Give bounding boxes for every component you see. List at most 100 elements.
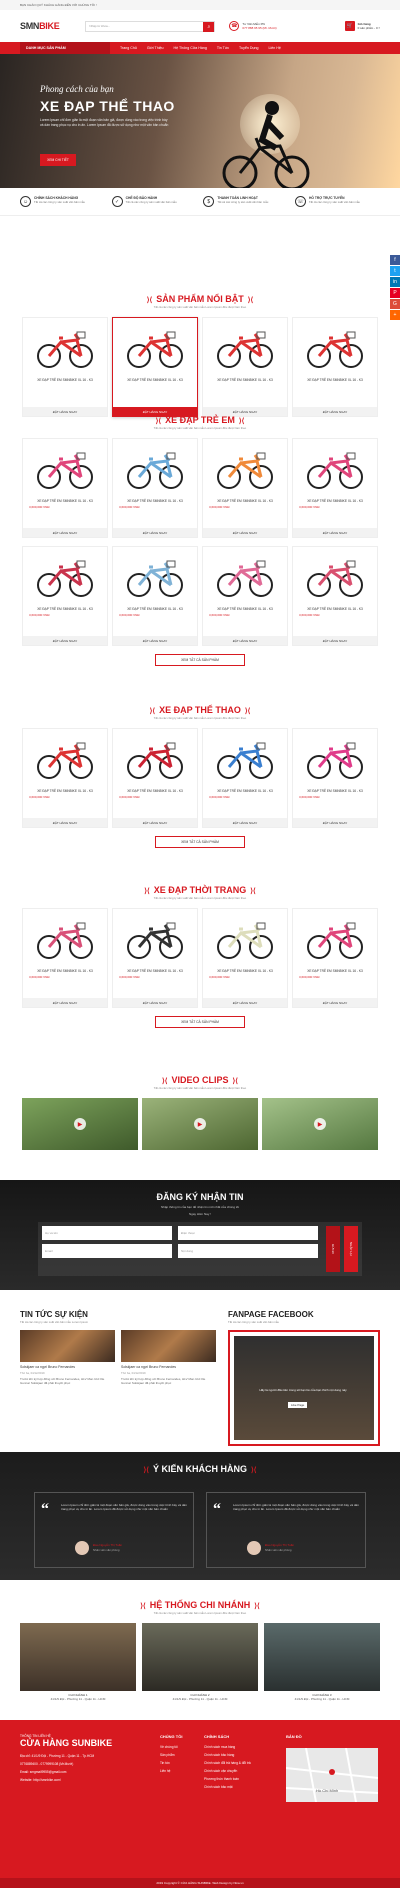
product-name[interactable]: XE ĐẠP TRẺ EM SMNBIKE XL 16 - K3 — [23, 607, 107, 611]
footer-email[interactable]: Email: smgmail9955@gmail.com — [20, 1768, 150, 1776]
product-image[interactable] — [23, 729, 107, 789]
product-image[interactable] — [113, 909, 197, 969]
buy-now-button[interactable]: ĐẶT HÀNG NGAY — [113, 818, 197, 827]
video-thumb[interactable]: ▶ — [142, 1098, 258, 1150]
reset-button[interactable]: NHẬP LẠI — [344, 1226, 358, 1272]
nav-careers[interactable]: Tuyển Dụng — [239, 46, 258, 50]
product-name[interactable]: XE ĐẠP TRẺ EM SMNBIKE XL 16 - K3 — [293, 607, 377, 611]
policy-item[interactable]: ✓ CHẾ ĐỘ BẢO HÀNH Tất cả các công ty sản x… — [111, 196, 197, 207]
product-card[interactable]: XE ĐẠP TRẺ EM SMNBIKE XL 16 - K3 ĐẶT HÀNG… — [22, 317, 108, 417]
buy-now-button[interactable]: ĐẶT HÀNG NGAY — [203, 818, 287, 827]
product-name[interactable]: XE ĐẠP TRẺ EM SMNBIKE XL 16 - K3 — [113, 789, 197, 793]
buy-now-button[interactable]: ĐẶT HÀNG NGAY — [113, 636, 197, 645]
product-card[interactable]: XE ĐẠP TRẺ EM SMNBIKE XL 16 - K3 ĐẶT HÀNG… — [112, 317, 198, 417]
product-image[interactable] — [293, 547, 377, 607]
product-card[interactable]: XE ĐẠP TRẺ EM SMNBIKE XL 16 - K3 3,600,00… — [112, 546, 198, 646]
product-image[interactable] — [203, 547, 287, 607]
message-field[interactable]: Nội dung — [178, 1244, 318, 1258]
branch-card[interactable]: CHI NHÁNH 1 41/1/9 Đội - Phường 11 - Quận… — [20, 1623, 136, 1701]
product-image[interactable] — [113, 318, 197, 378]
product-name[interactable]: XE ĐẠP TRẺ EM SMNBIKE XL 16 - K3 — [23, 378, 107, 382]
news-card[interactable]: Solskjaer ca ngợi Bruno Fernandes Thứ ba,… — [121, 1330, 216, 1385]
product-card[interactable]: XE ĐẠP TRẺ EM SMNBIKE XL 16 - K3 3,600,00… — [112, 438, 198, 538]
product-image[interactable] — [293, 318, 377, 378]
footer-link[interactable]: Liên hệ — [160, 1767, 182, 1775]
video-thumb[interactable]: ▶ — [262, 1098, 378, 1150]
buy-now-button[interactable]: ĐẶT HÀNG NGAY — [203, 636, 287, 645]
product-image[interactable] — [293, 909, 377, 969]
product-name[interactable]: XE ĐẠP TRẺ EM SMNBIKE XL 16 - K3 — [113, 378, 197, 382]
buy-now-button[interactable]: ĐẶT HÀNG NGAY — [23, 636, 107, 645]
product-image[interactable] — [23, 909, 107, 969]
product-image[interactable] — [113, 439, 197, 499]
product-image[interactable] — [113, 729, 197, 789]
view-all-button[interactable]: XEM TẤT CẢ SẢN PHẨM — [155, 654, 245, 666]
nav-news[interactable]: Tin Tức — [217, 46, 229, 50]
product-image[interactable] — [23, 439, 107, 499]
view-all-button[interactable]: XEM TẤT CẢ SẢN PHẨM — [155, 1016, 245, 1028]
video-thumb[interactable]: ▶ — [22, 1098, 138, 1150]
footer-link[interactable]: Chính sách bảo mật — [204, 1783, 282, 1791]
policy-item[interactable]: ☏ HỖ TRỢ TRỰC TUYẾN Tất cả các công ty sản… — [294, 196, 380, 207]
product-name[interactable]: XE ĐẠP TRẺ EM SMNBIKE XL 16 - K3 — [293, 499, 377, 503]
product-name[interactable]: XE ĐẠP TRẺ EM SMNBIKE XL 16 - K3 — [203, 499, 287, 503]
hero-button[interactable]: XEM CHI TIẾT — [40, 154, 76, 166]
category-menu[interactable]: DANH MỤC SẢN PHẨM — [20, 42, 110, 54]
product-card[interactable]: XE ĐẠP TRẺ EM SMNBIKE XL 16 - K3 3,600,00… — [202, 728, 288, 828]
policy-item[interactable]: ☺ CHÍNH SÁCH KHÁCH HÀNG Tất cả các công ty… — [20, 196, 105, 207]
product-name[interactable]: XE ĐẠP TRẺ EM SMNBIKE XL 16 - K3 — [23, 969, 107, 973]
buy-now-button[interactable]: ĐẶT HÀNG NGAY — [23, 818, 107, 827]
footer-link[interactable]: Chính sách bảo hàng — [204, 1751, 282, 1759]
product-name[interactable]: XE ĐẠP TRẺ EM SMNBIKE XL 16 - K3 — [293, 969, 377, 973]
search-icon[interactable]: ⌕ — [203, 21, 215, 32]
search-input[interactable]: Nhập từ khóa... ⌕ — [85, 20, 216, 32]
footer-link[interactable]: Tin tức — [160, 1759, 182, 1767]
product-name[interactable]: XE ĐẠP TRẺ EM SMNBIKE XL 16 - K3 — [23, 499, 107, 503]
buy-now-button[interactable]: ĐẶT HÀNG NGAY — [113, 528, 197, 537]
product-name[interactable]: XE ĐẠP TRẺ EM SMNBIKE XL 16 - K3 — [113, 607, 197, 611]
product-image[interactable] — [113, 547, 197, 607]
product-card[interactable]: XE ĐẠP TRẺ EM SMNBIKE XL 16 - K3 ĐẶT HÀNG… — [292, 317, 378, 417]
branch-card[interactable]: CHI NHÁNH 3 41/1/9 Đội - Phường 11 - Quận… — [264, 1623, 380, 1701]
news-card-title[interactable]: Solskjaer ca ngợi Bruno Fernandes — [121, 1365, 216, 1370]
product-image[interactable] — [23, 547, 107, 607]
buy-now-button[interactable]: ĐẶT HÀNG NGAY — [293, 528, 377, 537]
email-field[interactable]: Email — [42, 1244, 172, 1258]
product-card[interactable]: XE ĐẠP TRẺ EM SMNBIKE XL 16 - K3 3,600,00… — [202, 908, 288, 1008]
buy-now-button[interactable]: ĐẶT HÀNG NGAY — [293, 818, 377, 827]
phone-field[interactable]: Điện thoại — [178, 1226, 318, 1240]
footer-link[interactable]: Sản phẩm — [160, 1751, 182, 1759]
product-card[interactable]: XE ĐẠP TRẺ EM SMNBIKE XL 16 - K3 3,600,00… — [22, 438, 108, 538]
buy-now-button[interactable]: ĐẶT HÀNG NGAY — [293, 998, 377, 1007]
product-card[interactable]: XE ĐẠP TRẺ EM SMNBIKE XL 16 - K3 3,600,00… — [292, 438, 378, 538]
twitter-icon[interactable]: t — [390, 266, 400, 276]
send-button[interactable]: GỬI ĐI — [326, 1226, 340, 1272]
product-name[interactable]: XE ĐẠP TRẺ EM SMNBIKE XL 16 - K3 — [113, 499, 197, 503]
product-card[interactable]: XE ĐẠP TRẺ EM SMNBIKE XL 16 - K3 3,600,00… — [112, 728, 198, 828]
product-name[interactable]: XE ĐẠP TRẺ EM SMNBIKE XL 16 - K3 — [113, 969, 197, 973]
news-card[interactable]: Solskjaer ca ngợi Bruno Fernandes Thứ ba,… — [20, 1330, 115, 1385]
policy-item[interactable]: $ THANH TOÁN LINH HOẠT Tất cả các công ty … — [203, 196, 288, 207]
product-card[interactable]: XE ĐẠP TRẺ EM SMNBIKE XL 16 - K3 3,600,00… — [202, 546, 288, 646]
product-card[interactable]: XE ĐẠP TRẺ EM SMNBIKE XL 16 - K3 3,600,00… — [22, 908, 108, 1008]
footer-link[interactable]: Về chúng tôi — [160, 1743, 182, 1751]
product-image[interactable] — [23, 318, 107, 378]
footer-map[interactable]: Hồ Chí Minh — [285, 1747, 379, 1803]
branch-card[interactable]: CHI NHÁNH 2 41/1/9 Đội - Phường 11 - Quận… — [142, 1623, 258, 1701]
product-image[interactable] — [203, 318, 287, 378]
buy-now-button[interactable]: ĐẶT HÀNG NGAY — [293, 636, 377, 645]
footer-link[interactable]: Chính sách đổi trả hàng & đổi trả — [204, 1759, 282, 1767]
news-card-title[interactable]: Solskjaer ca ngợi Bruno Fernandes — [20, 1365, 115, 1370]
like-page-button[interactable]: Like Page — [288, 1402, 308, 1408]
product-image[interactable] — [203, 909, 287, 969]
product-name[interactable]: XE ĐẠP TRẺ EM SMNBIKE XL 16 - K3 — [23, 789, 107, 793]
buy-now-button[interactable]: ĐẶT HÀNG NGAY — [113, 998, 197, 1007]
product-card[interactable]: XE ĐẠP TRẺ EM SMNBIKE XL 16 - K3 3,600,00… — [22, 728, 108, 828]
nav-about[interactable]: Giới Thiệu — [147, 46, 164, 50]
facebook-icon[interactable]: f — [390, 255, 400, 265]
product-name[interactable]: XE ĐẠP TRẺ EM SMNBIKE XL 16 - K3 — [203, 607, 287, 611]
product-name[interactable]: XE ĐẠP TRẺ EM SMNBIKE XL 16 - K3 — [203, 789, 287, 793]
buy-now-button[interactable]: ĐẶT HÀNG NGAY — [203, 998, 287, 1007]
product-card[interactable]: XE ĐẠP TRẺ EM SMNBIKE XL 16 - K3 3,600,00… — [202, 438, 288, 538]
nav-home[interactable]: Trang Chủ — [120, 46, 137, 50]
